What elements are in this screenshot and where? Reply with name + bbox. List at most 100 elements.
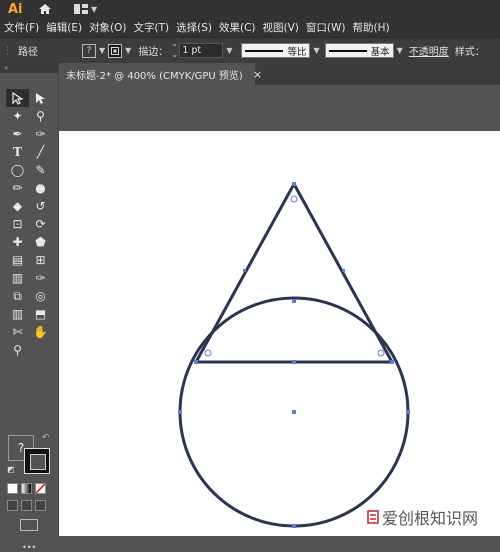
anchor-point[interactable] — [292, 360, 296, 364]
hand-tool-icon[interactable]: ✋ — [29, 323, 52, 341]
artboard[interactable] — [59, 131, 500, 536]
direct-selection-tool-icon[interactable] — [29, 89, 52, 107]
selection-type-label: 路径 — [18, 47, 38, 58]
document-title: 未标题-2* @ 400% (CMYK/GPU 预览) — [66, 70, 243, 82]
chevron-down-icon[interactable]: ▼ — [125, 46, 131, 55]
close-icon[interactable]: × — [253, 68, 262, 81]
draw-normal-icon[interactable] — [7, 500, 18, 511]
line-tool-icon[interactable]: ╱ — [29, 143, 52, 161]
stroke-label: 描边： — [138, 47, 169, 58]
perspective-grid-tool-icon[interactable]: ▤ — [6, 251, 29, 269]
app-logo: Ai — [8, 1, 23, 17]
free-transform-tool-icon[interactable]: ✚ — [6, 233, 29, 251]
menu-edit[interactable]: 编辑(E) — [46, 20, 82, 35]
blend-tool-icon[interactable]: ⧉ — [6, 287, 29, 305]
draw-mode-row — [7, 500, 46, 511]
paintbrush-tool-icon[interactable]: ✎ — [29, 161, 52, 179]
color-mode-row — [7, 483, 46, 494]
lasso-tool-icon[interactable]: ⚲ — [29, 107, 52, 125]
brush-definition[interactable]: 基本 — [324, 43, 394, 58]
menu-object[interactable]: 对象(O) — [89, 20, 126, 35]
style-label: 样式： — [454, 47, 485, 58]
color-mode-icon[interactable] — [7, 483, 18, 494]
shape-builder-tool-icon[interactable]: ⬟ — [29, 233, 52, 251]
selection-tool-icon[interactable] — [6, 89, 29, 107]
corner-widget[interactable] — [204, 349, 212, 357]
slice-tool-icon[interactable]: ✄ — [6, 323, 29, 341]
blob-brush-tool-icon[interactable]: ● — [29, 179, 52, 197]
center-point[interactable] — [292, 410, 296, 414]
variable-width-profile[interactable]: 等比 — [241, 43, 311, 58]
ellipse-tool-icon[interactable]: ◯ — [6, 161, 29, 179]
menu-view[interactable]: 视图(V) — [263, 20, 299, 35]
panel-collapse-icon[interactable]: « — [0, 63, 58, 73]
chevron-down-icon[interactable]: ▼ — [397, 46, 403, 55]
stepper-icon[interactable]: ⌃ ⌄ — [171, 43, 179, 58]
corner-widget[interactable] — [290, 195, 298, 203]
menu-file[interactable]: 文件(F) — [4, 20, 39, 35]
chevron-down-icon[interactable]: ▼ — [313, 46, 319, 55]
anchor-point[interactable] — [390, 360, 394, 364]
type-tool-icon[interactable]: T — [6, 143, 29, 161]
anchor-point[interactable] — [292, 524, 296, 528]
mesh-tool-icon[interactable]: ⊞ — [29, 251, 52, 269]
chevron-down-icon: ▼ — [91, 4, 98, 14]
triangle-path[interactable] — [194, 182, 394, 363]
warp-tool-icon[interactable]: ⟳ — [29, 215, 52, 233]
pen-tool-icon[interactable]: ✒ — [6, 125, 29, 143]
home-icon[interactable] — [36, 2, 54, 16]
menu-help[interactable]: 帮助(H) — [353, 20, 390, 35]
chevron-down-icon[interactable]: ▼ — [99, 46, 105, 55]
draw-behind-icon[interactable] — [21, 500, 32, 511]
artboard-tool-icon[interactable]: ⬒ — [29, 305, 52, 323]
eraser-tool-icon[interactable]: ◆ — [6, 197, 29, 215]
default-colors-icon[interactable]: ◩ — [7, 465, 15, 474]
none-mode-icon[interactable] — [35, 483, 46, 494]
stroke-color-box[interactable] — [24, 448, 50, 474]
workspace-switcher-icon[interactable]: ▼ — [74, 4, 97, 14]
menu-type[interactable]: 文字(T) — [134, 20, 170, 35]
brush-preview — [328, 49, 367, 52]
watermark-logo-icon — [367, 510, 379, 524]
column-graph-tool-icon[interactable]: ▥ — [6, 305, 29, 323]
anchor-point[interactable] — [178, 410, 182, 414]
anchor-points — [178, 182, 410, 528]
magic-wand-tool-icon[interactable]: ✦ — [6, 107, 29, 125]
menu-window[interactable]: 窗口(W) — [306, 20, 346, 35]
profile-label: 等比 — [287, 46, 307, 58]
symbol-sprayer-tool-icon[interactable]: ◎ — [29, 287, 52, 305]
canvas-drawing — [178, 182, 410, 528]
pasteboard[interactable] — [59, 85, 500, 131]
stroke-weight-input[interactable]: 1 pt — [179, 43, 224, 58]
menu-effect[interactable]: 效果(C) — [219, 20, 256, 35]
rotate-tool-icon[interactable]: ↺ — [29, 197, 52, 215]
watermark-text: 爱创根知识网 — [382, 509, 479, 528]
shaper-tool-icon[interactable]: ✏ — [6, 179, 29, 197]
chevron-down-icon[interactable]: ▼ — [226, 46, 232, 55]
more-tools-button[interactable]: ••• — [22, 543, 36, 552]
gradient-tool-icon[interactable]: ▥ — [6, 269, 29, 287]
menu-select[interactable]: 选择(S) — [176, 20, 212, 35]
screen-mode-icon[interactable] — [20, 519, 38, 531]
anchor-point[interactable] — [243, 269, 246, 272]
opacity-label[interactable]: 不透明度 — [409, 43, 449, 58]
grip-icon: ⋮ — [3, 45, 12, 56]
menu-bar: 文件(F) 编辑(E) 对象(O) 文字(T) 选择(S) 效果(C) 视图(V… — [0, 18, 500, 37]
document-tab[interactable]: 未标题-2* @ 400% (CMYK/GPU 预览) × — [59, 63, 262, 85]
swap-fill-stroke-icon[interactable]: ↶ — [42, 433, 50, 443]
eyedropper-tool-icon[interactable]: ✑ — [29, 269, 52, 287]
stroke-swatch[interactable] — [108, 43, 123, 58]
anchor-point[interactable] — [194, 360, 198, 364]
anchor-point[interactable] — [342, 269, 345, 272]
document-tab-bar: 未标题-2* @ 400% (CMYK/GPU 预览) × — [59, 63, 500, 85]
corner-widget[interactable] — [377, 349, 385, 357]
fill-swatch[interactable]: ? — [82, 43, 96, 58]
curvature-tool-icon[interactable]: ✑ — [29, 125, 52, 143]
anchor-point[interactable] — [292, 299, 296, 303]
gradient-mode-icon[interactable] — [21, 483, 32, 494]
zoom-tool-icon[interactable]: ⚲ — [6, 341, 29, 359]
anchor-point[interactable] — [292, 182, 296, 186]
draw-inside-icon[interactable] — [35, 500, 46, 511]
scale-tool-icon[interactable]: ⊡ — [6, 215, 29, 233]
anchor-point[interactable] — [406, 410, 410, 414]
